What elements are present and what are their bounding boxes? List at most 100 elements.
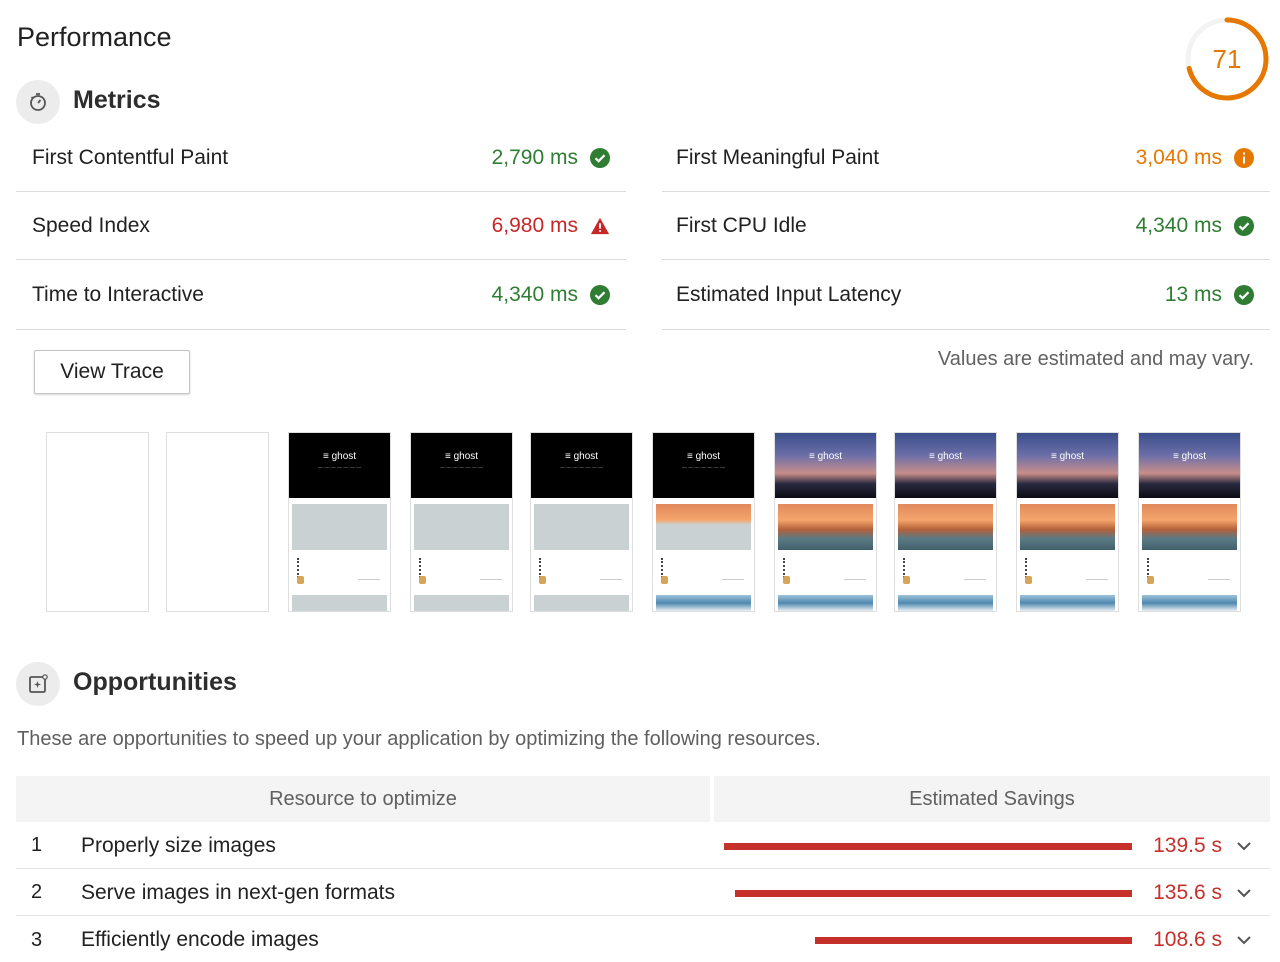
- frame-header: ≡ ghost — — — — — — —: [289, 433, 390, 498]
- frame-header: ≡ ghost: [895, 433, 996, 498]
- frame-dots: [1147, 558, 1151, 578]
- opportunity-row[interactable]: 3 Efficiently encode images 108.6 s: [16, 917, 1270, 962]
- frame-thumb: [1147, 576, 1154, 584]
- chevron-down-icon[interactable]: [1234, 930, 1254, 950]
- page-title: Performance: [17, 22, 172, 52]
- frame-line: [600, 579, 622, 580]
- frame-dots: [419, 558, 423, 578]
- check-circle-icon: [590, 147, 610, 168]
- frame-thumb: [783, 576, 790, 584]
- frame-footer: [1142, 595, 1237, 611]
- frame-image-partial: [656, 504, 751, 550]
- metric-name: Speed Index: [32, 213, 150, 237]
- frame-image: [778, 504, 873, 550]
- opportunity-name: Efficiently encode images: [81, 928, 319, 951]
- frame-image-placeholder: [292, 504, 387, 550]
- ghost-logo-icon: ≡ ghost: [1172, 451, 1207, 462]
- metric-name: Estimated Input Latency: [676, 282, 902, 306]
- estimate-note: Values are estimated and may vary.: [937, 348, 1254, 370]
- frame-line: [1086, 579, 1108, 580]
- metric-name: First Contentful Paint: [32, 145, 229, 169]
- metric-first-contentful-paint[interactable]: First Contentful Paint 2,790 ms: [16, 124, 626, 192]
- frame-thumb: [1025, 576, 1032, 584]
- metrics-right-column: First Meaningful Paint 3,040 ms First CP…: [662, 124, 1270, 330]
- metric-value: 6,980 ms: [491, 213, 578, 237]
- filmstrip-frame: ≡ ghost: [774, 432, 877, 612]
- filmstrip-frame: ≡ ghost: [1016, 432, 1119, 612]
- filmstrip-frame: [46, 432, 149, 612]
- frame-thumb: [539, 576, 546, 584]
- savings-bar: [735, 890, 1132, 897]
- filmstrip-frame: ≡ ghost — — — — — — —: [652, 432, 755, 612]
- frame-header: ≡ ghost: [1139, 433, 1240, 498]
- ghost-logo-icon: ≡ ghost: [444, 451, 479, 462]
- opportunities-description: These are opportunities to speed up your…: [17, 728, 821, 750]
- frame-footer: [898, 595, 993, 611]
- filmstrip-frame: ≡ ghost: [1138, 432, 1241, 612]
- metric-value: 13 ms: [1164, 282, 1222, 306]
- metric-first-meaningful-paint[interactable]: First Meaningful Paint 3,040 ms: [662, 124, 1270, 192]
- frame-dots: [539, 558, 543, 578]
- filmstrip-frame: ≡ ghost — — — — — — —: [410, 432, 513, 612]
- frame-footer: [656, 595, 751, 611]
- savings-bar: [815, 937, 1132, 944]
- savings-bar: [724, 843, 1132, 850]
- score-value: 71: [1212, 44, 1242, 74]
- metric-first-cpu-idle[interactable]: First CPU Idle 4,340 ms: [662, 192, 1270, 260]
- opportunity-icon: [16, 662, 60, 706]
- metric-estimated-input-latency[interactable]: Estimated Input Latency 13 ms: [662, 260, 1270, 330]
- frame-footer: [1020, 595, 1115, 611]
- metric-name: Time to Interactive: [32, 282, 204, 306]
- filmstrip-frame: ≡ ghost — — — — — — —: [530, 432, 633, 612]
- frame-header: ≡ ghost: [1017, 433, 1118, 498]
- frame-footer: [534, 595, 629, 611]
- ghost-logo-icon: ≡ ghost: [808, 451, 843, 462]
- chevron-down-icon[interactable]: [1234, 836, 1254, 856]
- performance-score-gauge[interactable]: 71: [1184, 16, 1270, 102]
- metric-value: 3,040 ms: [1135, 145, 1222, 169]
- frame-dots: [903, 558, 907, 578]
- frame-line: [844, 579, 866, 580]
- ghost-logo-icon: ≡ ghost: [564, 451, 599, 462]
- frame-line: [1208, 579, 1230, 580]
- frame-tagline: — — — — — — —: [317, 465, 362, 471]
- metric-speed-index[interactable]: Speed Index 6,980 ms: [16, 192, 626, 260]
- frame-header: ≡ ghost — — — — — — —: [531, 433, 632, 498]
- metric-value: 2,790 ms: [491, 145, 578, 169]
- stopwatch-icon: [16, 80, 60, 124]
- view-trace-button[interactable]: View Trace: [34, 350, 190, 394]
- row-number: 2: [31, 881, 43, 903]
- chevron-down-icon[interactable]: [1234, 883, 1254, 903]
- metric-value: 4,340 ms: [491, 282, 578, 306]
- opportunity-name: Serve images in next-gen formats: [81, 880, 395, 904]
- frame-thumb: [419, 576, 426, 584]
- filmstrip-frame: [166, 432, 269, 612]
- frame-dots: [297, 558, 301, 578]
- column-header-resource: Resource to optimize: [16, 776, 710, 822]
- filmstrip-frame: ≡ ghost — — — — — — —: [288, 432, 391, 612]
- ghost-logo-icon: ≡ ghost: [322, 451, 357, 462]
- metric-time-to-interactive[interactable]: Time to Interactive 4,340 ms: [16, 260, 626, 330]
- frame-image: [898, 504, 993, 550]
- frame-footer: [292, 595, 387, 611]
- frame-footer: [778, 595, 873, 611]
- frame-line: [358, 579, 380, 580]
- opportunity-row[interactable]: 1 Properly size images 139.5 s: [16, 823, 1270, 869]
- frame-image: [1142, 504, 1237, 550]
- savings-value: 108.6 s: [1153, 928, 1222, 951]
- frame-line: [480, 579, 502, 580]
- frame-header: ≡ ghost — — — — — — —: [653, 433, 754, 498]
- frame-footer: [414, 595, 509, 611]
- ghost-logo-icon: ≡ ghost: [928, 451, 963, 462]
- savings-value: 135.6 s: [1153, 880, 1222, 904]
- savings-value: 139.5 s: [1153, 833, 1222, 857]
- metric-name: First CPU Idle: [676, 213, 807, 237]
- metrics-left-column: First Contentful Paint 2,790 ms Speed In…: [16, 124, 626, 330]
- frame-line: [722, 579, 744, 580]
- opportunity-row[interactable]: 2 Serve images in next-gen formats 135.6…: [16, 870, 1270, 916]
- frame-dots: [783, 558, 787, 578]
- frame-dots: [1025, 558, 1029, 578]
- frame-tagline: — — — — — — —: [439, 465, 484, 471]
- metrics-heading: Metrics: [73, 86, 161, 114]
- opportunities-heading: Opportunities: [73, 668, 237, 696]
